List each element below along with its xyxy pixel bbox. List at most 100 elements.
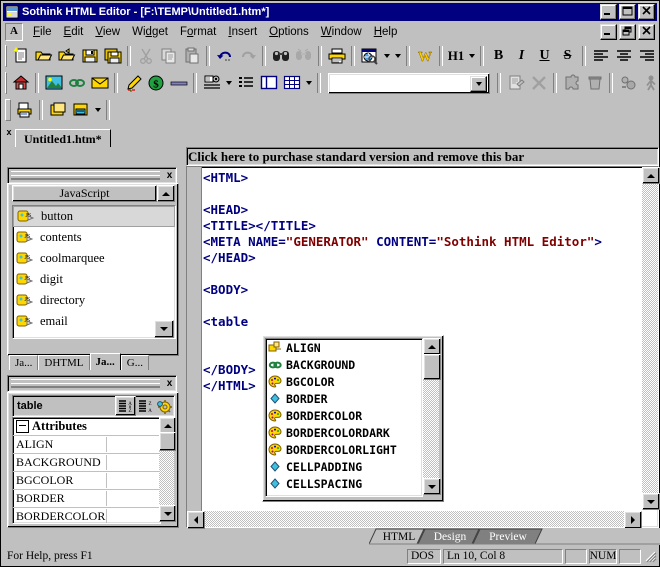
list-item[interactable]: JS button <box>13 206 175 227</box>
scrollbar-track[interactable] <box>187 511 642 527</box>
scroll-down-button[interactable] <box>642 493 660 510</box>
properties-button[interactable] <box>504 72 527 94</box>
edit-pencil-button[interactable] <box>121 72 144 94</box>
open-folder-button[interactable] <box>32 45 55 67</box>
maximize-button[interactable] <box>619 4 636 20</box>
autocomplete-popup[interactable]: ALIGN BACKGROUND BGCOLOR BORDER BORDERCO… <box>262 335 444 502</box>
replace-button[interactable] <box>292 45 315 67</box>
form-button[interactable] <box>200 72 223 94</box>
site-manager-dropdown[interactable] <box>92 99 103 121</box>
style-combo-arrow[interactable] <box>470 75 487 92</box>
mdi-restore-button[interactable] <box>619 24 636 40</box>
menu-item-help[interactable]: Help <box>368 24 404 40</box>
mdi-minimize-button[interactable] <box>600 24 617 40</box>
insert-mail-button[interactable] <box>88 72 111 94</box>
menu-item-edit[interactable]: Edit <box>58 24 90 40</box>
open-recent-button[interactable] <box>55 45 78 67</box>
menu-item-view[interactable]: View <box>89 24 126 40</box>
widget-category-combo[interactable]: JavaScript <box>12 185 175 202</box>
sort-reverse-button[interactable]: Z A <box>136 397 155 415</box>
document-menu-icon[interactable]: A <box>5 23 23 41</box>
tab-javascript-2[interactable]: Ja... <box>89 353 121 370</box>
insert-image-button[interactable] <box>42 72 65 94</box>
print-preview-button[interactable] <box>13 99 36 121</box>
scrollbar-thumb[interactable] <box>159 432 176 451</box>
close-widget-panel-button[interactable]: x <box>163 170 176 181</box>
find-button[interactable] <box>269 45 292 67</box>
frame-button[interactable] <box>257 72 280 94</box>
scroll-down-button[interactable] <box>159 505 176 522</box>
list-item[interactable]: JS directory <box>13 290 175 311</box>
attributes-scrollbar[interactable] <box>159 417 176 522</box>
scrollbar-thumb[interactable] <box>423 354 441 380</box>
close-document-button[interactable]: x <box>3 126 15 137</box>
save-all-button[interactable] <box>101 45 124 67</box>
widget-list[interactable]: JS button JS con <box>12 205 176 339</box>
new-folder-button[interactable] <box>46 99 69 121</box>
autocomplete-scrollbar[interactable] <box>423 338 441 495</box>
list-item[interactable]: JS email <box>13 311 175 332</box>
sort-alphabetical-button[interactable]: A Z <box>115 396 136 416</box>
menu-item-format[interactable]: Format <box>174 24 222 40</box>
heading-select[interactable]: H1 <box>446 45 466 67</box>
cut-button[interactable] <box>134 45 157 67</box>
list-item[interactable]: JS contents <box>13 227 175 248</box>
scroll-up-button[interactable] <box>423 338 441 355</box>
gear-icon[interactable] <box>155 397 174 415</box>
list-button[interactable] <box>234 72 257 94</box>
tab-preview[interactable]: Preview <box>479 529 537 544</box>
menu-item-file[interactable]: File <box>27 24 58 40</box>
bold-button[interactable]: B <box>487 45 510 67</box>
editor-horizontal-scrollbar[interactable] <box>187 511 642 529</box>
attributes-grid[interactable]: Attributes ALIGN BACKGROUND BGCOLOR BORD… <box>12 417 161 524</box>
delete-tag-button[interactable] <box>527 72 550 94</box>
run-button[interactable] <box>639 72 660 94</box>
widget-category-up-button[interactable] <box>157 185 175 202</box>
tab-html[interactable]: HTML <box>377 529 421 544</box>
document-tab-untitled1[interactable]: Untitled1.htm* <box>15 129 111 148</box>
list-item[interactable]: JS coolmarquee <box>13 248 175 269</box>
align-left-button[interactable] <box>589 45 612 67</box>
widget-panel-grip[interactable]: x <box>7 167 177 184</box>
word-style-button[interactable]: W <box>413 45 436 67</box>
align-center-button[interactable] <box>612 45 635 67</box>
purchase-ad-bar[interactable]: Click here to purchase standard version … <box>186 147 659 166</box>
menu-item-options[interactable]: Options <box>263 24 315 40</box>
puzzle-button[interactable] <box>560 72 583 94</box>
align-right-button[interactable] <box>635 45 658 67</box>
undo-button[interactable] <box>213 45 236 67</box>
menu-item-widget[interactable]: Widget <box>126 24 174 40</box>
toolbar-grip[interactable] <box>5 99 11 121</box>
tab-general[interactable]: G... <box>120 355 149 370</box>
trash-button[interactable] <box>583 72 606 94</box>
insert-link-button[interactable] <box>65 72 88 94</box>
scroll-left-button[interactable] <box>187 511 205 529</box>
table-dropdown-arrow[interactable] <box>303 72 314 94</box>
horizontal-rule-button[interactable] <box>167 72 190 94</box>
tab-dhtml[interactable]: DHTML <box>38 355 90 370</box>
list-item[interactable]: JS digit <box>13 269 175 290</box>
table-button[interactable] <box>280 72 303 94</box>
list-item[interactable]: BORDERCOLORLIGHT <box>266 441 422 458</box>
table-row[interactable]: ALIGN <box>13 436 160 454</box>
list-item[interactable]: CELLPADDING <box>266 458 422 475</box>
list-item[interactable]: ALIGN <box>266 339 422 356</box>
toolbar-overflow-1[interactable] <box>392 45 403 67</box>
list-item[interactable]: BGCOLOR <box>266 373 422 390</box>
script-button[interactable] <box>616 72 639 94</box>
attributes-group-header[interactable]: Attributes <box>13 418 160 436</box>
new-document-button[interactable] <box>9 45 32 67</box>
resize-grip[interactable] <box>643 549 657 563</box>
autocomplete-list[interactable]: ALIGN BACKGROUND BGCOLOR BORDER BORDERCO… <box>265 338 423 497</box>
tab-design[interactable]: Design <box>426 529 474 544</box>
menu-item-window[interactable]: Window <box>315 24 368 40</box>
widget-list-scroll-down-button[interactable] <box>154 320 174 338</box>
list-item[interactable]: BORDERCOLORDARK <box>266 424 422 441</box>
menu-item-insert[interactable]: Insert <box>222 24 263 40</box>
underline-button[interactable]: U <box>533 45 556 67</box>
scrollbar-track[interactable] <box>642 167 658 510</box>
copy-button[interactable] <box>157 45 180 67</box>
scroll-up-button[interactable] <box>642 167 660 184</box>
style-combo[interactable] <box>328 72 490 94</box>
redo-button[interactable] <box>236 45 259 67</box>
